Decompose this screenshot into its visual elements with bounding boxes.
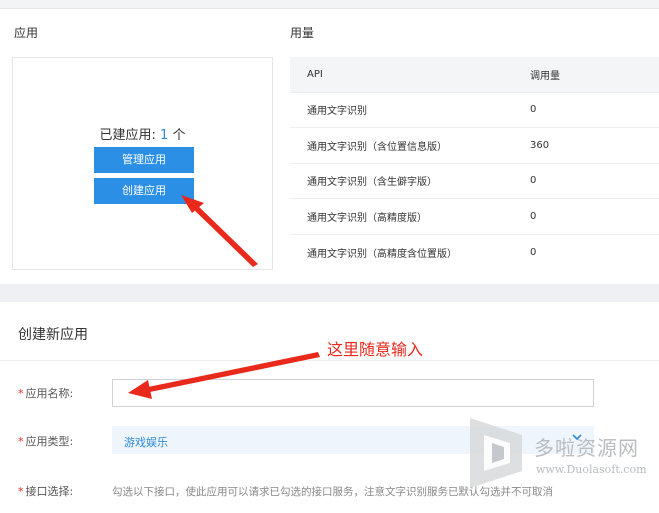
- app-count-label: 已建应用:: [99, 128, 156, 143]
- top-strip: [0, 0, 659, 9]
- api-select-label: * 接口选择:: [18, 485, 74, 498]
- usage-table-header: API 调用量: [290, 57, 659, 92]
- app-count-unit: 个: [172, 128, 186, 143]
- usage-table: API 调用量 通用文字识别 0 通用文字识别（含位置信息版） 360 通用文字…: [290, 57, 659, 270]
- table-row: 通用文字识别（含生僻字版） 0: [290, 162, 659, 199]
- api-calls: 0: [512, 198, 659, 234]
- form-divider: [0, 360, 659, 361]
- app-count: 已建应用: 1 个: [13, 124, 272, 143]
- table-row: 通用文字识别（含位置信息版） 360: [290, 127, 659, 163]
- app-count-value: 1: [160, 128, 169, 143]
- annotation-text: 这里随意输入: [327, 340, 424, 359]
- api-name: 通用文字识别: [290, 91, 512, 128]
- app-section-title: 应用: [14, 26, 39, 40]
- api-calls: 0: [512, 233, 659, 270]
- api-name: 通用文字识别（含生僻字版）: [290, 162, 512, 199]
- overview-panel: 应用 用量 已建应用: 1 个 管理应用 创建应用 API 调用量 通用文字识别…: [0, 0, 659, 284]
- required-mark: *: [18, 485, 24, 498]
- watermark: 多啦资源网 www.Duolasoft.com: [460, 405, 659, 513]
- manage-app-button[interactable]: 管理应用: [94, 147, 194, 173]
- api-name: 通用文字识别（含位置信息版）: [290, 127, 512, 163]
- app-name-label: * 应用名称:: [18, 387, 74, 400]
- api-calls: 0: [512, 91, 659, 128]
- table-row: 通用文字识别 0: [290, 91, 659, 128]
- app-type-value: 游戏娱乐: [124, 436, 168, 449]
- table-row: 通用文字识别（高精度含位置版） 0: [290, 233, 659, 270]
- form-title: 创建新应用: [18, 327, 88, 343]
- create-app-button[interactable]: 创建应用: [94, 178, 194, 204]
- app-name-input[interactable]: [112, 379, 594, 407]
- api-calls: 360: [512, 127, 659, 163]
- api-calls: 0: [512, 162, 659, 199]
- watermark-text: 多啦资源网: [534, 436, 639, 460]
- api-name: 通用文字识别（高精度版）: [290, 198, 512, 234]
- required-mark: *: [18, 387, 24, 400]
- table-row: 通用文字识别（高精度版） 0: [290, 198, 659, 234]
- app-type-label: * 应用类型:: [18, 435, 74, 448]
- app-summary-card: 已建应用: 1 个 管理应用 创建应用: [12, 57, 273, 270]
- api-name: 通用文字识别（高精度含位置版）: [290, 233, 512, 270]
- required-mark: *: [18, 435, 24, 448]
- watermark-url: www.Duolasoft.com: [536, 463, 647, 476]
- col-api: API: [290, 57, 512, 92]
- col-calls: 调用量: [512, 57, 659, 92]
- usage-section-title: 用量: [290, 26, 315, 40]
- watermark-logo-icon: [470, 418, 522, 488]
